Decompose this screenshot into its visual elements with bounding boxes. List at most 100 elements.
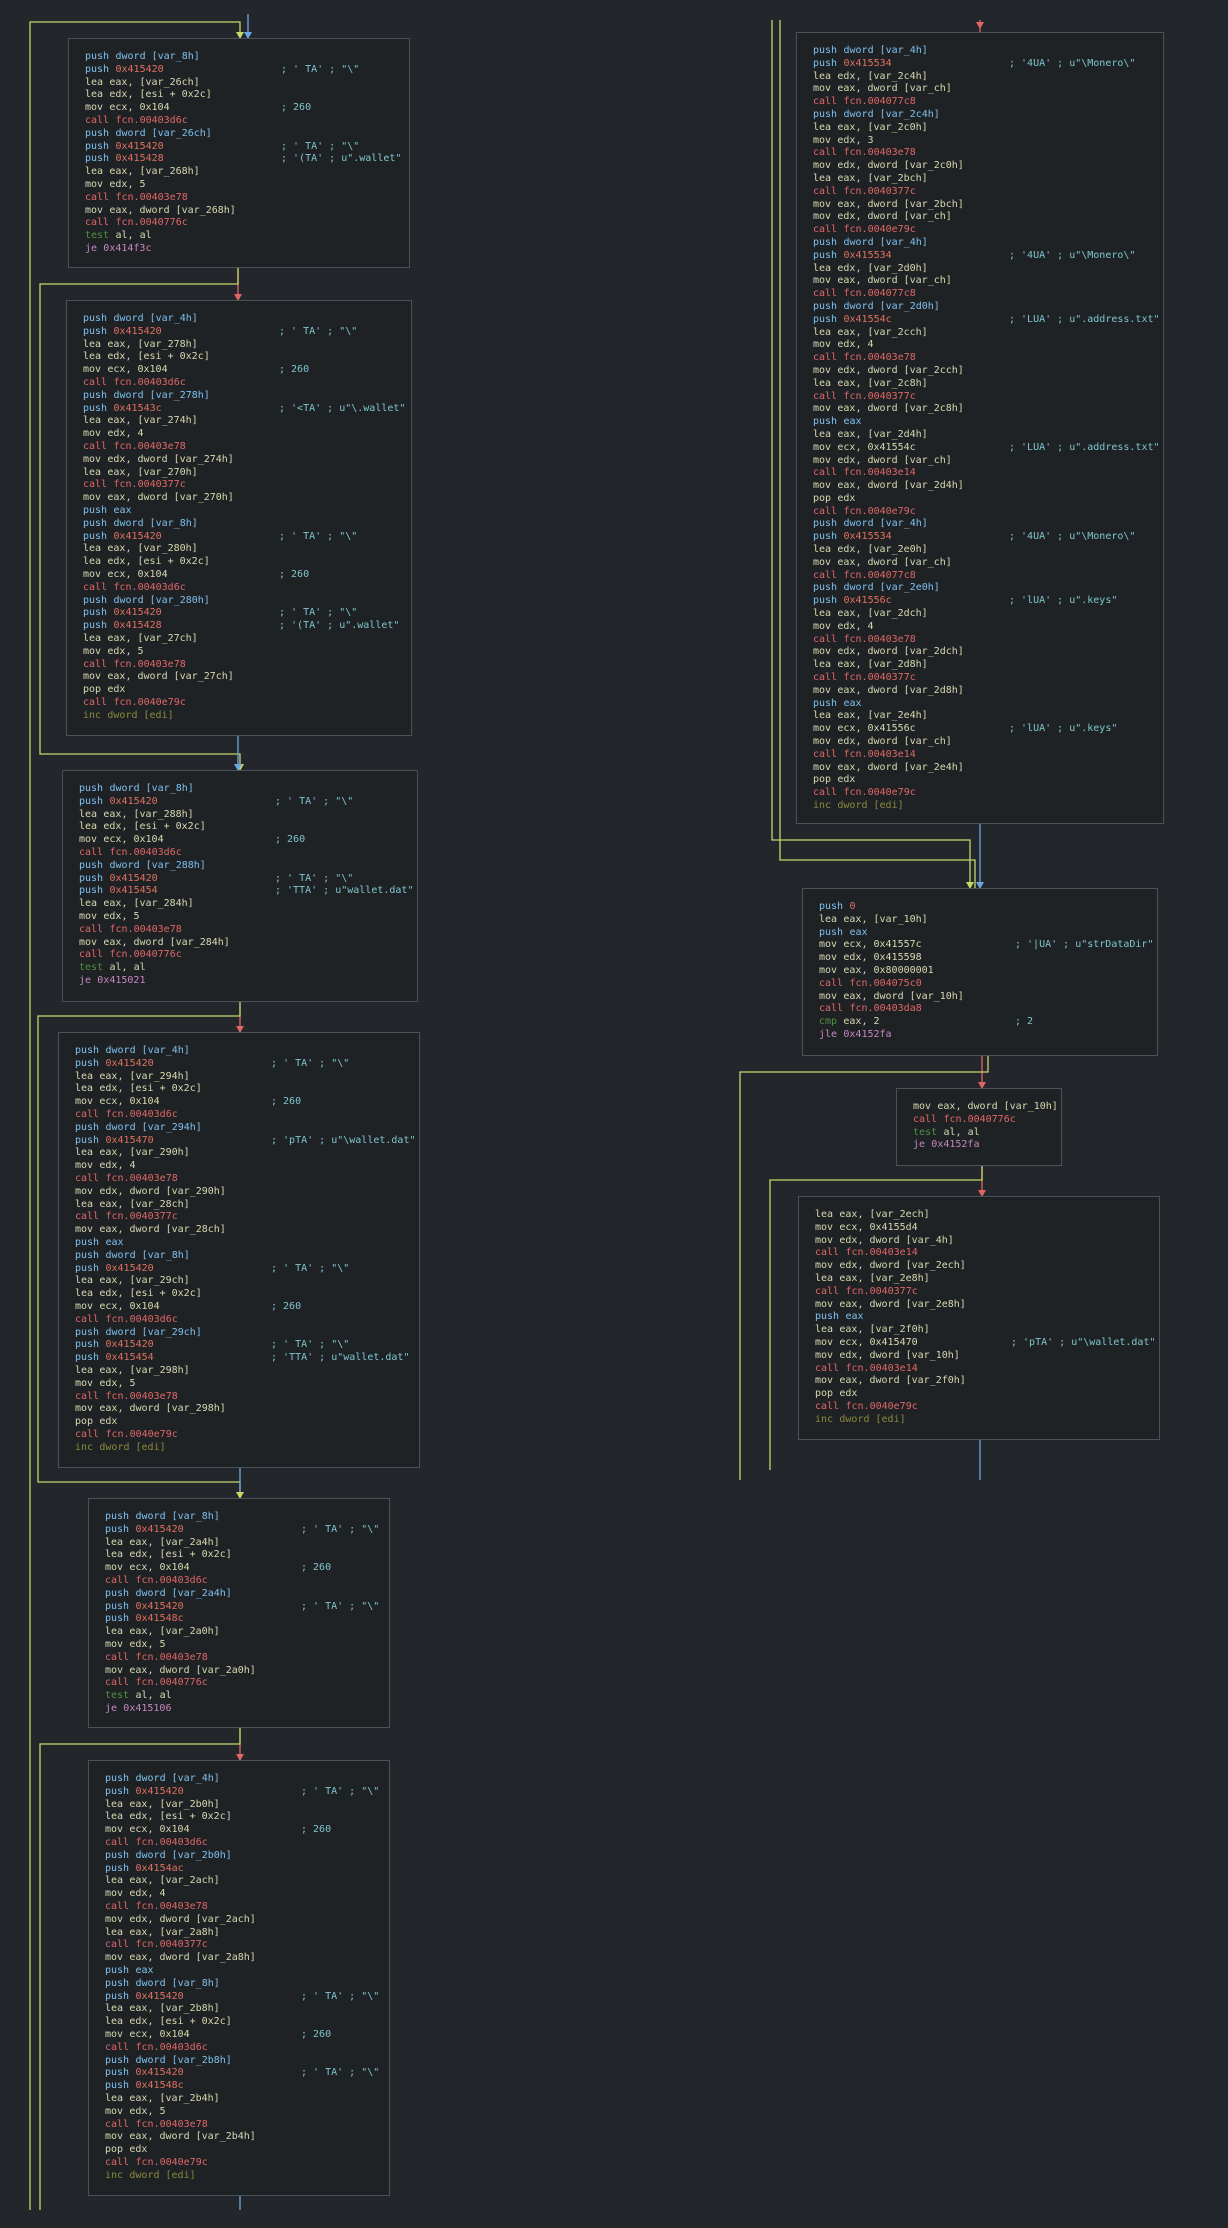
instruction-line[interactable]: lea eax, [var_2a4h] [105,1537,389,1550]
instruction-line[interactable]: push dword [var_4h] [75,1045,419,1058]
instruction-line[interactable]: mov edx, 5 [85,179,409,192]
instruction-line[interactable]: push dword [var_2c4h] [813,109,1163,122]
instruction-line[interactable]: push 0x415420 ; ' TA' ; "\" [85,64,409,77]
instruction-line[interactable]: inc dword [edi] [83,710,411,723]
instruction-line[interactable]: mov eax, dword [var_ch] [813,557,1163,570]
basic-block-0x4152a0[interactable]: lea eax, [var_2ech] mov ecx, 0x4155d4 mov edx… [798,1196,1160,1440]
instruction-line[interactable]: lea eax, [var_268h] [85,166,409,179]
instruction-line[interactable]: push eax [83,505,411,518]
instruction-line[interactable]: call fcn.00403e78 [75,1173,419,1186]
instruction-line[interactable]: mov edx, 4 [105,1888,389,1901]
instruction-line[interactable]: call fcn.00403d6c [105,2042,389,2055]
instruction-line[interactable]: lea edx, [esi + 0x2c] [105,1811,389,1824]
instruction-line[interactable]: push 0x41554c ; 'LUA' ; u".address.txt" [813,314,1163,327]
instruction-line[interactable]: mov eax, dword [var_2d4h] [813,480,1163,493]
instruction-line[interactable]: call fcn.0040e79c [813,506,1163,519]
instruction-line[interactable]: pop edx [75,1416,419,1429]
instruction-line[interactable]: push 0x415534 ; '4UA' ; u"\Monero\" [813,531,1163,544]
instruction-line[interactable]: call fcn.0040e79c [75,1429,419,1442]
instruction-line[interactable]: push 0x415420 ; ' TA' ; "\" [75,1339,419,1352]
instruction-line[interactable]: pop edx [813,493,1163,506]
instruction-line[interactable]: mov edx, 4 [83,428,411,441]
instruction-line[interactable]: call fcn.00403e78 [105,2119,389,2132]
instruction-line[interactable]: push 0x415420 ; ' TA' ; "\" [105,1524,389,1537]
instruction-line[interactable]: lea eax, [var_290h] [75,1147,419,1160]
instruction-line[interactable]: push eax [813,416,1163,429]
instruction-line[interactable]: push 0x41543c ; '<TA' ; u"\.wallet" [83,403,411,416]
instruction-line[interactable]: push 0x415428 ; '(TA' ; u".wallet" [83,620,411,633]
instruction-line[interactable]: call fcn.004075c0 [819,978,1157,991]
instruction-line[interactable]: mov edx, dword [var_274h] [83,454,411,467]
instruction-line[interactable]: push 0x415420 ; ' TA' ; "\" [75,1058,419,1071]
instruction-line[interactable]: call fcn.00403e78 [83,659,411,672]
instruction-line[interactable]: push 0x41556c ; 'lUA' ; u".keys" [813,595,1163,608]
instruction-line[interactable]: call fcn.0040776c [913,1114,1061,1127]
instruction-line[interactable]: mov edx, dword [var_2dch] [813,646,1163,659]
instruction-line[interactable]: push dword [var_4h] [813,518,1163,531]
instruction-line[interactable]: mov edx, 3 [813,135,1163,148]
basic-block-0x41505c[interactable]: push dword [var_4h] push 0x415420; ' TA' ; … [88,1760,390,2196]
instruction-line[interactable]: jle 0x4152fa [819,1029,1157,1042]
instruction-line[interactable]: inc dword [edi] [105,2170,389,2183]
instruction-line[interactable]: call fcn.00403e78 [813,352,1163,365]
instruction-line[interactable]: pop edx [105,2144,389,2157]
instruction-line[interactable]: push 0x41548c [105,2080,389,2093]
instruction-line[interactable]: mov edx, dword [var_2cch] [813,365,1163,378]
instruction-line[interactable]: mov edx, dword [var_10h] [815,1350,1159,1363]
instruction-line[interactable]: lea eax, [var_2ech] [815,1209,1159,1222]
instruction-line[interactable]: mov ecx, 0x104 ; 260 [83,364,411,377]
instruction-line[interactable]: mov edx, 4 [813,339,1163,352]
instruction-line[interactable]: push 0x415420 ; ' TA' ; "\" [83,607,411,620]
instruction-line[interactable]: mov eax, dword [var_ch] [813,275,1163,288]
instruction-line[interactable]: cmp eax, 2 ; 2 [819,1016,1157,1029]
instruction-line[interactable]: push 0x415454 ; 'TTA' ; u"wallet.dat" [75,1352,419,1365]
instruction-line[interactable]: inc dword [edi] [813,800,1163,813]
instruction-line[interactable]: mov ecx, 0x104 ; 260 [105,2029,389,2042]
instruction-line[interactable]: mov eax, dword [var_ch] [813,83,1163,96]
instruction-line[interactable]: mov ecx, 0x104 ; 260 [75,1096,419,1109]
basic-block-0x415244[interactable]: push 0 lea eax, [var_10h] push eax mov ecx, 0x4… [802,888,1158,1056]
instruction-line[interactable]: mov edx, 5 [105,1639,389,1652]
instruction-line[interactable]: push 0x415420 ; ' TA' ; "\" [75,1263,419,1276]
instruction-line[interactable]: mov ecx, 0x41557c ; '|UA' ; u"strDataDir" [819,939,1157,952]
instruction-line[interactable]: push 0x415420 ; ' TA' ; "\" [83,531,411,544]
instruction-line[interactable]: call fcn.0040377c [815,1286,1159,1299]
instruction-line[interactable]: mov eax, dword [var_2a0h] [105,1665,389,1678]
instruction-line[interactable]: call fcn.004077c8 [813,570,1163,583]
instruction-line[interactable]: push 0x415534 ; '4UA' ; u"\Monero\" [813,250,1163,263]
instruction-line[interactable]: test al, al [913,1127,1061,1140]
instruction-line[interactable]: push dword [var_4h] [813,237,1163,250]
instruction-line[interactable]: push dword [var_8h] [85,51,409,64]
instruction-line[interactable]: mov eax, dword [var_298h] [75,1403,419,1416]
instruction-line[interactable]: lea eax, [var_284h] [79,898,417,911]
instruction-line[interactable]: call fcn.00403da8 [819,1003,1157,1016]
instruction-line[interactable]: pop edx [83,684,411,697]
instruction-line[interactable]: mov eax, dword [var_2b4h] [105,2131,389,2144]
basic-block-0x415021[interactable]: push dword [var_8h] push 0x415420; ' TA' ; … [88,1498,390,1728]
instruction-line[interactable]: call fcn.0040e79c [813,224,1163,237]
instruction-line[interactable]: lea eax, [var_2b8h] [105,2003,389,2016]
instruction-line[interactable]: mov ecx, 0x104 ; 260 [83,569,411,582]
instruction-line[interactable]: mov edx, 0x415598 [819,952,1157,965]
instruction-line[interactable]: lea eax, [var_2e8h] [815,1273,1159,1286]
instruction-line[interactable]: lea eax, [var_278h] [83,339,411,352]
instruction-line[interactable]: lea edx, [var_2d0h] [813,263,1163,276]
instruction-line[interactable]: lea eax, [var_274h] [83,415,411,428]
instruction-line[interactable]: test al, al [105,1690,389,1703]
instruction-line[interactable]: lea eax, [var_288h] [79,809,417,822]
instruction-line[interactable]: call fcn.0040377c [813,391,1163,404]
basic-block-0x415290[interactable]: mov eax, dword [var_10h] call fcn.0040776c t… [896,1088,1062,1166]
instruction-line[interactable]: lea edx, [esi + 0x2c] [85,89,409,102]
instruction-line[interactable]: lea eax, [var_294h] [75,1071,419,1084]
instruction-line[interactable]: mov eax, dword [var_270h] [83,492,411,505]
instruction-line[interactable]: je 0x4152fa [913,1139,1061,1152]
instruction-line[interactable]: inc dword [edi] [75,1442,419,1455]
instruction-line[interactable]: call fcn.0040e79c [83,697,411,710]
instruction-line[interactable]: push 0x415420 ; ' TA' ; "\" [105,1786,389,1799]
instruction-line[interactable]: test al, al [79,962,417,975]
instruction-line[interactable]: call fcn.0040377c [83,479,411,492]
instruction-line[interactable]: call fcn.004077c8 [813,96,1163,109]
instruction-line[interactable]: call fcn.0040e79c [105,2157,389,2170]
instruction-line[interactable]: push dword [var_294h] [75,1122,419,1135]
instruction-line[interactable]: lea eax, [var_2c0h] [813,122,1163,135]
